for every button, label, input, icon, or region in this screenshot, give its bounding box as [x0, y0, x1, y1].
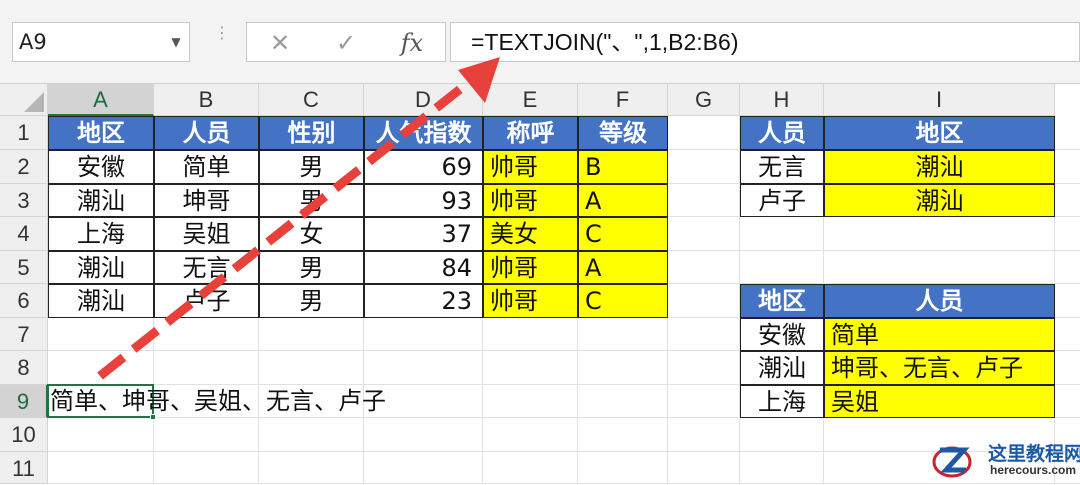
annotation-arrow	[97, 57, 500, 380]
watermark-url: herecours.com	[990, 463, 1077, 477]
arrow-head	[458, 57, 500, 103]
watermark-logo-icon	[932, 446, 972, 478]
arrow-line	[97, 74, 477, 380]
watermark-title: 这里教程网	[988, 443, 1080, 465]
